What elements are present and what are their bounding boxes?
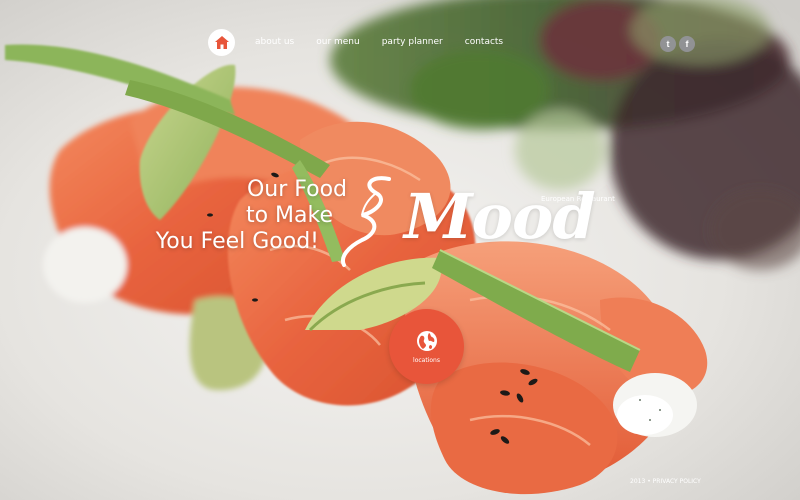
home-icon [214,35,229,49]
hero-tagline: Our Food to Make You Feel Good! [150,177,350,255]
tagline-line-1: Our Food [246,177,347,202]
facebook-icon[interactable]: f [679,36,695,52]
locations-label: locations [413,356,440,364]
facebook-glyph: f [685,39,689,49]
footer-separator: • [647,478,651,485]
twitter-glyph: t [666,39,670,49]
nav-item-contacts[interactable]: contacts [465,37,503,47]
home-button[interactable] [208,28,235,56]
twitter-icon[interactable]: t [660,36,676,52]
nav-item-our-menu[interactable]: our menu [316,37,359,47]
nav-item-about-us[interactable]: about us [255,37,294,47]
logo-swirl-icon [341,176,391,267]
logo-wordmark[interactable]: Mood [404,186,596,248]
nav-item-party-planner[interactable]: party planner [382,37,443,47]
tagline-line-2: to Make [245,203,333,228]
social-links: t f [657,36,695,52]
globe-icon [416,330,437,351]
main-navigation: about us our menu party planner contacts [208,28,503,56]
copyright-year: 2013 [630,478,646,485]
locations-button[interactable]: locations [389,309,464,384]
tagline-line-3: You Feel Good! [155,229,319,254]
footer: 2013 • PRIVACY POLICY [630,478,701,485]
privacy-policy-link[interactable]: PRIVACY POLICY [653,478,701,485]
